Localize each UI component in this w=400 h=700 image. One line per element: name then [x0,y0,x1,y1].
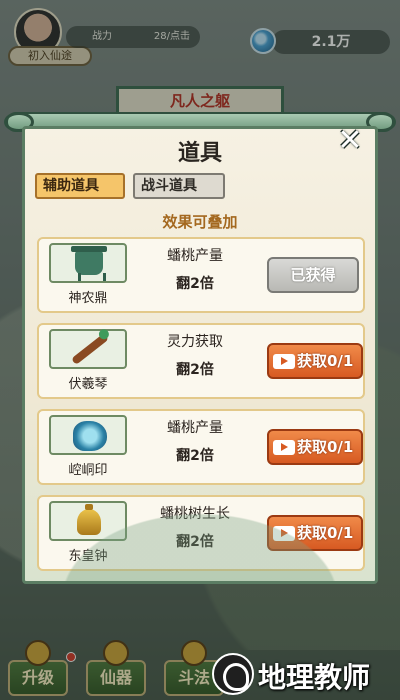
item-effect: 灵力获取 [167,334,223,350]
golden-bell-icon [77,504,101,535]
get-button-label: 获取0/1 [297,438,354,456]
video-play-icon [273,526,295,541]
item-multiplier: 翻2倍 [176,276,214,292]
items-dialog: 道具 辅助道具 战斗道具 效果可叠加 神农鼎 蟠桃产量 翻2倍 已获得 伏羲琴 … [22,126,378,584]
video-play-icon [273,440,295,455]
item-multiplier: 翻2倍 [176,448,214,464]
item-effect: 蟠桃产量 [167,420,223,436]
jade-seal-icon [73,421,107,451]
item-effect: 蟠桃树生长 [160,506,230,522]
item-effect: 蟠桃产量 [167,248,223,264]
bronze-ding-icon [71,246,107,281]
item-name: 伏羲琴 [68,377,108,392]
item-name: 神农鼎 [68,291,108,306]
watch-ad-get-button[interactable]: 获取0/1 [267,343,363,379]
item-card-shennong-ding: 神农鼎 蟠桃产量 翻2倍 已获得 [37,237,365,313]
guqin-icon [70,332,110,366]
item-thumbnail [49,501,127,541]
item-name: 东皇钟 [68,549,108,564]
dialog-title: 道具 [177,140,222,166]
item-card-fuxi-qin: 伏羲琴 灵力获取 翻2倍 获取0/1 [37,323,365,399]
item-thumbnail [49,243,127,283]
video-play-icon [273,354,295,369]
item-name: 崆峒印 [68,463,108,478]
item-card-kongtong-seal: 崆峒印 蟠桃产量 翻2倍 获取0/1 [37,409,365,485]
tab-battle-items[interactable]: 战斗道具 [133,173,225,199]
get-button-label: 获取0/1 [297,524,354,542]
watermark-logo-icon [212,653,254,695]
watch-ad-get-button[interactable]: 获取0/1 [267,515,363,551]
item-thumbnail [49,415,127,455]
watermark-text: 地理教师 [258,661,371,694]
tab-support-items[interactable]: 辅助道具 [35,173,125,199]
item-multiplier: 翻2倍 [176,362,214,378]
item-multiplier: 翻2倍 [176,534,214,550]
get-button-label: 获取0/1 [297,352,354,370]
item-card-donghuang-bell: 东皇钟 蟠桃树生长 翻2倍 获取0/1 [37,495,365,571]
stacking-note: 效果可叠加 [162,213,238,231]
owned-button[interactable]: 已获得 [267,257,359,293]
watch-ad-get-button[interactable]: 获取0/1 [267,429,363,465]
item-thumbnail [49,329,127,369]
close-icon[interactable]: ✕ [330,126,370,156]
